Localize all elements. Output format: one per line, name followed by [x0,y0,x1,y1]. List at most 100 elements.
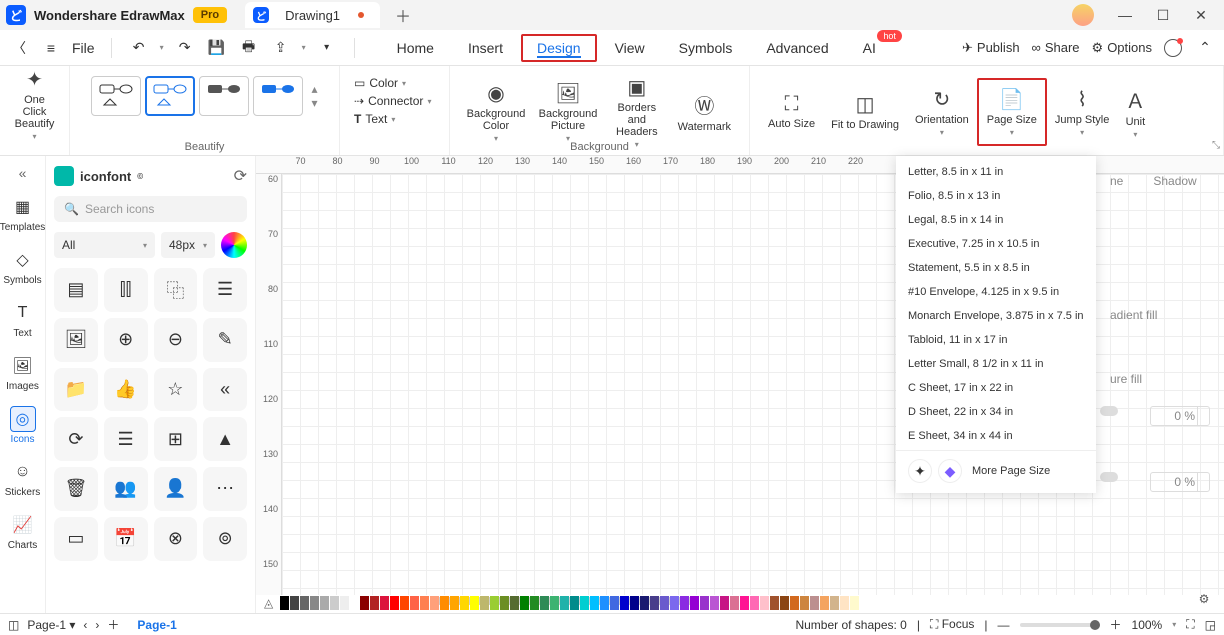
color-swatch[interactable] [520,596,529,610]
icon-item[interactable]: ▤ [54,268,98,312]
color-swatch[interactable] [480,596,489,610]
color-swatch[interactable] [570,596,579,610]
color-swatch[interactable] [300,596,309,610]
menu-insert[interactable]: Insert [452,34,519,62]
icon-item[interactable]: ⊚ [203,517,247,561]
new-tab-button[interactable]: ＋ [392,4,414,26]
icon-item[interactable]: ⿻ [154,268,198,312]
icon-item[interactable]: « [203,368,247,412]
color-swatch[interactable] [440,596,449,610]
menu-ai[interactable]: AI hot [847,34,892,62]
publish-button[interactable]: ✈Publish [962,40,1020,56]
color-swatch[interactable] [650,596,659,610]
color-swatch[interactable] [600,596,609,610]
color-swatch[interactable] [710,596,719,610]
color-swatch[interactable] [690,596,699,610]
format-settings-icon[interactable]: ⚙ [1192,587,1216,611]
page-size-option[interactable]: Legal, 8.5 in x 14 in [896,208,1096,232]
color-swatch[interactable] [500,596,509,610]
color-swatch[interactable] [790,596,799,610]
color-swatch[interactable] [670,596,679,610]
page-size-option[interactable]: Folio, 8.5 in x 13 in [896,184,1096,208]
icon-category-select[interactable]: All▾ [54,232,155,258]
color-swatch[interactable] [620,596,629,610]
color-swatch[interactable] [350,596,359,610]
color-swatch[interactable] [430,596,439,610]
opacity-spinner[interactable]: 0 % [1150,406,1210,426]
color-swatch[interactable] [810,596,819,610]
menu-symbols[interactable]: Symbols [663,34,749,62]
rail-images[interactable]: 🖼Images [3,349,43,396]
color-swatch[interactable] [770,596,779,610]
zoom-in[interactable]: ＋ [1110,616,1122,633]
icon-item[interactable]: ✎ [203,318,247,362]
icon-item[interactable]: ⫿⫿ [104,268,148,312]
icon-item[interactable]: ☰ [203,268,247,312]
page-size-option[interactable]: E Sheet, 34 in x 44 in [896,424,1096,448]
beautify-style-3[interactable] [199,76,249,116]
one-click-beautify-button[interactable]: ✦ One Click Beautify ▾ [7,70,63,138]
beautify-more[interactable]: ▴▾ [311,76,317,116]
collapse-ribbon-button[interactable]: ⌃ [1194,37,1216,59]
color-swatch[interactable] [360,596,369,610]
icon-item[interactable]: ⊕ [104,318,148,362]
color-swatch[interactable] [510,596,519,610]
close-button[interactable]: ✕ [1184,2,1218,28]
rail-text[interactable]: TText [3,296,43,343]
color-swatch[interactable] [410,596,419,610]
collapse-panel-button[interactable]: « [3,162,43,184]
color-swatch[interactable] [370,596,379,610]
menu-icon[interactable]: ≡ [40,37,62,59]
icon-item[interactable]: ⟳ [54,417,98,461]
icon-size-select[interactable]: 48px▾ [161,232,215,258]
next-page[interactable]: › [95,618,99,632]
color-swatch[interactable] [340,596,349,610]
canvas[interactable]: 7080901001101201301401501601701801902002… [256,156,1224,613]
color-swatch[interactable] [380,596,389,610]
bg-picture-button[interactable]: 🖼Background Picture▾ [532,78,604,146]
color-swatch[interactable] [580,596,589,610]
color-swatch[interactable] [730,596,739,610]
icon-item[interactable]: 🖼 [54,318,98,362]
undo-button[interactable]: ↶ [128,37,150,59]
color-swatch[interactable] [450,596,459,610]
watermark-button[interactable]: ⓌWatermark [670,78,739,146]
back-button[interactable]: 〈 [8,37,30,59]
diamond-icon[interactable]: ◆ [938,459,962,483]
color-swatch[interactable] [540,596,549,610]
beautify-style-2[interactable] [145,76,195,116]
bg-color-button[interactable]: ◉Background Color▾ [460,78,532,146]
jump-style-button[interactable]: ⌇Jump Style▾ [1047,78,1117,146]
icon-search-input[interactable]: 🔍 Search icons [54,196,247,222]
maximize-button[interactable]: ☐ [1146,2,1180,28]
color-swatch[interactable] [560,596,569,610]
page-size-option[interactable]: Letter, 8.5 in x 11 in [896,160,1096,184]
refresh-icons-button[interactable]: ⟳ [234,166,247,186]
rail-icons[interactable]: ◎Icons [3,402,43,449]
page-size-button[interactable]: 📄Page Size▾ [977,78,1047,146]
file-menu[interactable]: File [72,40,95,56]
color-swatch[interactable] [640,596,649,610]
focus-mode[interactable]: ⛶ Focus [930,617,974,632]
minimize-button[interactable]: — [1108,2,1142,28]
color-swatch[interactable] [330,596,339,610]
beautify-style-4[interactable] [253,76,303,116]
icon-item[interactable]: 👍 [104,368,148,412]
more-page-size[interactable]: More Page Size [972,465,1050,477]
icon-item[interactable]: ▭ [54,517,98,561]
user-avatar[interactable] [1072,4,1094,26]
menu-design[interactable]: Design [521,34,597,62]
color-swatch[interactable] [830,596,839,610]
document-tab[interactable]: ど Drawing1 [245,2,380,28]
rail-symbols[interactable]: ◇Symbols [3,243,43,290]
auto-size-button[interactable]: ⛶Auto Size [760,78,823,146]
rail-charts[interactable]: 📈Charts [3,508,43,555]
icon-color-picker[interactable] [221,232,247,258]
color-swatch[interactable] [840,596,849,610]
color-swatch[interactable] [820,596,829,610]
color-swatch[interactable] [550,596,559,610]
menu-view[interactable]: View [599,34,661,62]
text-dropdown[interactable]: TText▾ [350,110,399,128]
icon-item[interactable]: ☰ [104,417,148,461]
color-swatch[interactable] [420,596,429,610]
